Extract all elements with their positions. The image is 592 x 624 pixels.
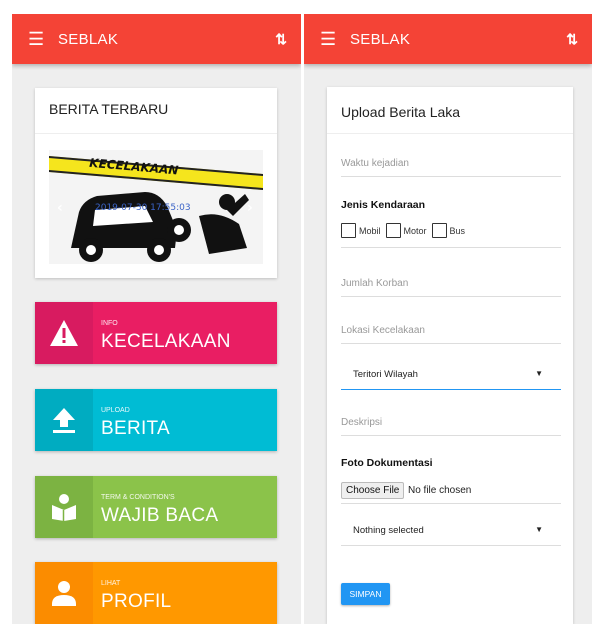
nothing-selected-select[interactable]: Nothing selected ▼ bbox=[341, 525, 561, 546]
hamburger-icon[interactable]: ☰ bbox=[28, 30, 48, 48]
upload-form: Upload Berita Laka Waktu kejadian Jenis … bbox=[327, 87, 573, 624]
news-card-title: BERITA TERBARU bbox=[49, 101, 169, 117]
home-screen: ☰ SEBLAK ⇅ BERITA TERBARU KECELAKAAN 201… bbox=[12, 14, 301, 624]
tile-lihat-profil[interactable]: LIHAT PROFIL bbox=[35, 562, 277, 624]
form-title: Upload Berita Laka bbox=[341, 104, 461, 120]
upload-screen: ☰ SEBLAK ⇅ Upload Berita Laka Waktu keja… bbox=[304, 14, 592, 624]
tile-label: KECELAKAAN bbox=[101, 331, 231, 352]
jumlah-korban-input[interactable]: Jumlah Korban bbox=[341, 278, 561, 297]
mobil-label: Mobil bbox=[359, 225, 381, 236]
app-title: SEBLAK bbox=[58, 30, 119, 48]
choose-file-button[interactable]: Choose File bbox=[341, 482, 405, 499]
news-card[interactable]: BERITA TERBARU KECELAKAAN 2019-07-30 17:… bbox=[35, 88, 277, 278]
tile-label: PROFIL bbox=[101, 591, 172, 612]
jenis-kendaraan-label: Jenis Kendaraan bbox=[341, 199, 426, 211]
deskripsi-input[interactable]: Deskripsi bbox=[341, 417, 561, 436]
news-date: 2019-07-30 17:55:03 bbox=[95, 203, 191, 213]
hamburger-icon[interactable]: ☰ bbox=[320, 30, 340, 48]
foto-dokumentasi-label: Foto Dokumentasi bbox=[341, 457, 433, 469]
jenis-kendaraan-options: Mobil Motor Bus bbox=[341, 223, 470, 238]
divider bbox=[35, 133, 277, 134]
book-reader-icon bbox=[35, 476, 93, 538]
tile-upload-berita[interactable]: UPLOAD BERITA bbox=[35, 389, 277, 451]
tile-info-kecelakaan[interactable]: INFO KECELAKAAN bbox=[35, 302, 277, 364]
divider bbox=[341, 503, 561, 504]
file-status: No file chosen bbox=[408, 485, 472, 496]
lokasi-kecelakaan-input[interactable]: Lokasi Kecelakaan bbox=[341, 325, 561, 344]
motor-checkbox[interactable] bbox=[385, 223, 401, 238]
app-bar: ☰ SEBLAK ⇅ bbox=[304, 14, 592, 64]
tile-wajib-baca[interactable]: TERM & CONDITION'S WAJIB BACA bbox=[35, 476, 277, 538]
tile-sub: LIHAT bbox=[101, 580, 121, 587]
tile-sub: UPLOAD bbox=[101, 407, 130, 414]
next-arrow-icon[interactable]: › bbox=[247, 200, 253, 216]
swap-vertical-icon[interactable]: ⇅ bbox=[275, 31, 287, 48]
mobil-checkbox[interactable] bbox=[341, 223, 356, 238]
app-bar: ☰ SEBLAK ⇅ bbox=[12, 14, 301, 64]
app-title: SEBLAK bbox=[350, 30, 411, 48]
caret-down-icon: ▼ bbox=[535, 525, 543, 534]
tile-label: WAJIB BACA bbox=[101, 505, 219, 526]
prev-arrow-icon[interactable]: ‹ bbox=[57, 200, 63, 216]
tile-label: BERITA bbox=[101, 418, 171, 439]
bus-checkbox[interactable] bbox=[431, 223, 447, 238]
teritori-wilayah-select[interactable]: Teritori Wilayah ▼ bbox=[341, 369, 561, 390]
tile-sub: TERM & CONDITION'S bbox=[101, 494, 175, 501]
news-image[interactable]: KECELAKAAN 2019-07-30 17:55:03 ‹ › bbox=[49, 150, 263, 264]
simpan-button[interactable]: SIMPAN bbox=[341, 583, 390, 605]
caret-down-icon: ▼ bbox=[535, 369, 543, 378]
upload-icon bbox=[35, 389, 93, 451]
warning-icon bbox=[35, 302, 93, 364]
teritori-wilayah-value: Teritori Wilayah bbox=[353, 369, 418, 380]
divider bbox=[327, 133, 573, 134]
person-icon bbox=[35, 562, 93, 624]
swap-vertical-icon[interactable]: ⇅ bbox=[566, 31, 578, 48]
tile-sub: INFO bbox=[101, 320, 118, 327]
waktu-kejadian-input[interactable]: Waktu kejadian bbox=[341, 158, 561, 177]
bus-label: Bus bbox=[449, 225, 466, 236]
select-value: Nothing selected bbox=[353, 525, 424, 536]
motor-label: Motor bbox=[403, 225, 427, 236]
divider bbox=[341, 247, 561, 248]
